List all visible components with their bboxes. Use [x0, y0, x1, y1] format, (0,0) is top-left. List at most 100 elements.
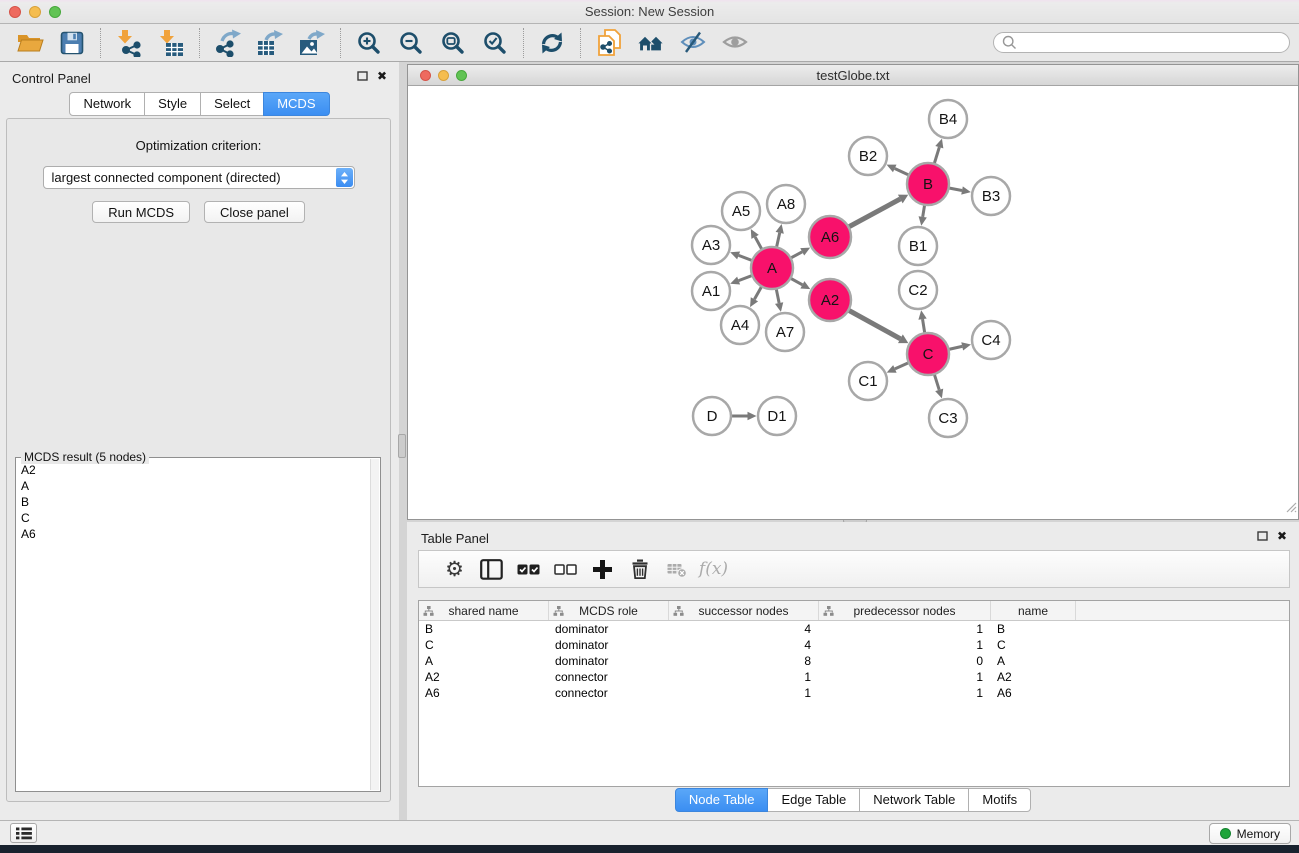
graph-arrowhead — [730, 251, 740, 259]
import-network-button[interactable] — [114, 28, 144, 58]
graph-node-label: A6 — [821, 229, 839, 246]
zoom-fit-button[interactable] — [438, 28, 468, 58]
cell-successor-nodes[interactable]: 1 — [669, 685, 819, 701]
cell-shared-name[interactable]: A6 — [419, 685, 549, 701]
export-table-button[interactable] — [255, 28, 285, 58]
run-mcds-button[interactable]: Run MCDS — [92, 201, 190, 223]
open-session-button[interactable] — [15, 28, 45, 58]
cell-predecessor-nodes[interactable]: 1 — [819, 621, 991, 637]
close-table-panel-icon[interactable]: ✖ — [1277, 530, 1287, 542]
search-box[interactable] — [993, 32, 1290, 53]
float-table-panel-icon[interactable] — [1257, 531, 1268, 541]
cell-predecessor-nodes[interactable]: 1 — [819, 669, 991, 685]
vertical-splitter-handle[interactable] — [398, 434, 406, 458]
refresh-button[interactable] — [537, 28, 567, 58]
column-header-shared-name[interactable]: shared name — [419, 601, 549, 620]
zoom-in-button[interactable] — [354, 28, 384, 58]
table-row[interactable]: Bdominator41B — [419, 621, 1289, 637]
close-panel-button[interactable]: Close panel — [204, 201, 305, 223]
cell-mcds-role[interactable]: dominator — [549, 637, 669, 653]
network-window-titlebar[interactable]: testGlobe.txt — [408, 65, 1298, 86]
cell-shared-name[interactable]: C — [419, 637, 549, 653]
workspace: Control Panel ✖ NetworkStyleSelectMCDS O… — [0, 62, 1299, 820]
new-network-from-selection-button[interactable] — [594, 28, 624, 58]
cell-successor-nodes[interactable]: 8 — [669, 653, 819, 669]
cell-shared-name[interactable]: A2 — [419, 669, 549, 685]
cell-predecessor-nodes[interactable]: 0 — [819, 653, 991, 669]
cell-successor-nodes[interactable]: 4 — [669, 637, 819, 653]
export-network-button[interactable] — [213, 28, 243, 58]
close-panel-icon[interactable]: ✖ — [377, 70, 387, 82]
cell-name[interactable]: A — [991, 653, 1076, 669]
task-history-button[interactable] — [10, 823, 37, 843]
search-input[interactable] — [1017, 36, 1281, 50]
column-header-mcds-role[interactable]: MCDS role — [549, 601, 669, 620]
cell-mcds-role[interactable]: dominator — [549, 621, 669, 637]
cell-shared-name[interactable]: B — [419, 621, 549, 637]
control-tab-network[interactable]: Network — [69, 92, 145, 116]
mcds-result-item[interactable]: C — [17, 510, 369, 526]
column-header-predecessor-nodes[interactable]: predecessor nodes — [819, 601, 991, 620]
zoom-fit-icon — [441, 31, 465, 55]
graph-node-label: B3 — [982, 188, 1000, 205]
cell-successor-nodes[interactable]: 1 — [669, 669, 819, 685]
cell-name[interactable]: B — [991, 621, 1076, 637]
mcds-result-item[interactable]: A6 — [17, 526, 369, 542]
hide-panel-button[interactable] — [678, 28, 708, 58]
network-canvas[interactable]: B4B2BB3A5A8A6A3B1AA1C2A2A4A7C4CC1C3DD1 — [408, 86, 1298, 519]
mcds-result-item[interactable]: A — [17, 478, 369, 494]
add-row-button[interactable] — [584, 556, 621, 582]
cell-name[interactable]: A2 — [991, 669, 1076, 685]
criterion-dropdown[interactable]: largest connected component (directed) — [43, 166, 355, 189]
table-row[interactable]: A6connector11A6 — [419, 685, 1289, 701]
zoom-selected-button[interactable] — [480, 28, 510, 58]
table-row[interactable]: A2connector11A2 — [419, 669, 1289, 685]
table-tab-edge-table[interactable]: Edge Table — [767, 788, 860, 812]
table-settings-button[interactable]: ⚙ — [436, 556, 473, 582]
show-panel-button[interactable] — [720, 28, 750, 58]
table-row[interactable]: Cdominator41C — [419, 637, 1289, 653]
app-titlebar: Session: New Session — [0, 0, 1299, 24]
mcds-result-item[interactable]: A2 — [17, 462, 369, 478]
mcds-result-item[interactable]: B — [17, 494, 369, 510]
table-tab-network-table[interactable]: Network Table — [859, 788, 969, 812]
control-tab-select[interactable]: Select — [200, 92, 264, 116]
memory-button[interactable]: Memory — [1209, 823, 1291, 844]
shared-column-icon — [553, 606, 564, 616]
result-scrollbar[interactable] — [370, 459, 379, 790]
cell-predecessor-nodes[interactable]: 1 — [819, 685, 991, 701]
table-tab-node-table[interactable]: Node Table — [675, 788, 769, 812]
select-all-button[interactable] — [510, 556, 547, 582]
cell-predecessor-nodes[interactable]: 1 — [819, 637, 991, 653]
table-row[interactable]: Adominator80A — [419, 653, 1289, 669]
control-panel-header: Control Panel ✖ — [0, 62, 399, 92]
control-tab-mcds[interactable]: MCDS — [263, 92, 329, 116]
zoom-out-button[interactable] — [396, 28, 426, 58]
memory-label: Memory — [1237, 827, 1280, 841]
deselect-all-button[interactable] — [547, 556, 584, 582]
cell-shared-name[interactable]: A — [419, 653, 549, 669]
cell-name[interactable]: A6 — [991, 685, 1076, 701]
table-tab-motifs[interactable]: Motifs — [968, 788, 1031, 812]
cell-mcds-role[interactable]: connector — [549, 685, 669, 701]
resize-grip-icon[interactable] — [1284, 500, 1297, 518]
toolbar-separator — [199, 28, 200, 58]
graph-node-label: C — [923, 346, 934, 363]
import-table-button[interactable] — [156, 28, 186, 58]
save-session-button[interactable] — [57, 28, 87, 58]
column-header-label: shared name — [448, 604, 518, 618]
cell-mcds-role[interactable]: connector — [549, 669, 669, 685]
shared-column-icon — [423, 606, 434, 616]
export-image-button[interactable] — [297, 28, 327, 58]
graph-node-label: C4 — [981, 332, 1000, 349]
control-tab-style[interactable]: Style — [144, 92, 201, 116]
cell-mcds-role[interactable]: dominator — [549, 653, 669, 669]
delete-row-button[interactable] — [621, 556, 658, 582]
cell-name[interactable]: C — [991, 637, 1076, 653]
float-panel-icon[interactable] — [357, 71, 368, 81]
column-header-successor-nodes[interactable]: successor nodes — [669, 601, 819, 620]
cell-successor-nodes[interactable]: 4 — [669, 621, 819, 637]
column-header-name[interactable]: name — [991, 601, 1076, 620]
show-columns-button[interactable] — [473, 556, 510, 582]
go-home-button[interactable] — [636, 28, 666, 58]
